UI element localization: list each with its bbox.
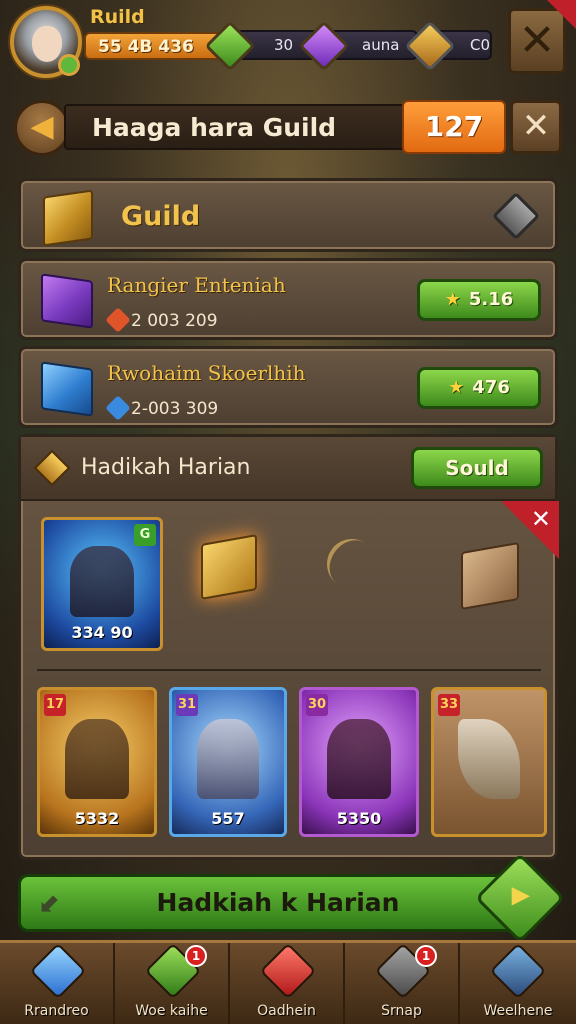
daily-reward-button-label: Hadkiah k Harian [156,888,400,917]
gold-chest-icon[interactable] [201,534,257,600]
sell-button[interactable]: Sould [411,447,543,489]
nav-item-weelhene[interactable]: Weelhene [460,942,576,1024]
crossbow-icon [458,718,520,800]
weapon-card[interactable]: 33 [431,687,547,837]
player-avatar[interactable] [10,6,82,78]
bottom-nav: Rrandreo 1 Woe kaihe Oadhein 1 Srnap Wee… [0,940,576,1024]
hero-portrait [65,718,129,800]
item-sub: 2 003 209 [131,311,218,331]
nav-label: Rrandreo [24,1003,89,1019]
card-power: 5350 [336,809,382,828]
water-icon [105,395,131,421]
header-close-button[interactable]: ✕ [510,100,562,154]
online-badge-icon [58,54,80,76]
close-icon: ✕ [521,106,551,146]
gold-gem-icon [33,449,71,487]
fire-icon [105,307,131,333]
top-close-button[interactable]: ✕ [508,0,576,74]
arrow-right-icon: ▶ [511,880,531,909]
daily-reward-panel: Hadikah Harian Sould ✕ G 334 90 17 5332 … [18,434,559,860]
item-name: Rwohaim Skoerlhih [107,361,306,385]
buy-button[interactable]: ★ 476 [417,367,541,409]
sword-icon [489,942,547,1000]
nav-label: Weelhene [483,1003,553,1019]
featured-hero-card[interactable]: G 334 90 [41,517,163,651]
card-level: 17 [44,694,66,716]
top-bar: Ruild 55 4B 436 30 auna C0 ✕ [0,0,576,90]
daily-reward-title: Hadikah Harian [81,455,251,480]
daily-reward-button[interactable]: ⬋ Hadkiah k Harian [18,874,538,932]
shop-item-row[interactable]: Rangier Enteniah 2 003 209 ★ 5.16 [18,258,558,340]
card-level: 30 [306,694,328,716]
price-value: 476 [472,377,510,398]
feather-icon[interactable] [317,529,387,599]
guild-count: 127 [402,100,506,154]
card-power: 334 90 [71,623,133,642]
hero-card[interactable]: 30 5350 [299,687,419,837]
wood-crate-icon[interactable] [461,541,519,611]
notification-badge: 1 [415,945,437,967]
nav-item-rrandreo[interactable]: Rrandreo [0,942,115,1024]
blue-cube-icon [41,361,93,417]
guild-panel[interactable]: Guild [18,178,558,252]
shop-item-row[interactable]: Rwohaim Skoerlhih 2-003 309 ★ 476 [18,346,558,428]
card-power: 557 [211,809,245,828]
card-grade: G [134,524,156,546]
guild-title: Haaga hara Guild [92,113,337,142]
hero-card[interactable]: 17 5332 [37,687,157,837]
close-icon: ✕ [530,505,551,533]
gold-gem-icon [404,20,456,72]
guild-title-bar: Haaga hara Guild [64,104,418,150]
purple-gem-icon [298,20,350,72]
hero-portrait [196,718,260,800]
nav-label: Oadhein [257,1003,316,1019]
gold-value: 55 4B 436 [98,37,194,57]
hero-card[interactable]: 31 557 [169,687,287,837]
price-value: 5.16 [468,289,514,310]
guild-header: ◀ Haaga hara Guild 127 ✕ [14,98,562,160]
divider [37,669,541,671]
back-button[interactable]: ◀ [14,100,70,156]
arrow-left-icon: ⬋ [39,888,61,918]
card-power: 5332 [74,809,120,828]
resource-green-value: 30 [274,36,294,54]
nav-item-oadhein[interactable]: Oadhein [230,942,345,1024]
star-icon: ★ [448,377,465,398]
buy-button[interactable]: ★ 5.16 [417,279,541,321]
notification-badge: 1 [185,945,207,967]
blue-crystal-icon [29,942,87,1000]
avatar-face [32,26,62,62]
resource-purple-value: auna [362,36,400,54]
card-level: 31 [176,694,198,716]
daily-reward-header: Hadikah Harian Sould [21,437,555,501]
item-name: Rangier Enteniah [107,273,286,297]
guild-label: Guild [121,201,201,232]
resource-gold-value: C0 [470,36,491,54]
nav-item-woe-kaihe[interactable]: 1 Woe kaihe [115,942,230,1024]
player-name: Ruild [90,6,145,28]
gold-cube-icon [43,189,93,247]
purple-cube-icon [41,273,93,329]
hero-portrait [327,718,391,800]
star-icon: ★ [444,289,461,310]
card-level: 33 [438,694,460,716]
green-gem-icon [204,20,256,72]
diamond-menu-icon[interactable] [491,191,541,241]
item-sub: 2-003 309 [131,399,219,419]
red-cube-icon [259,942,317,1000]
hero-portrait [69,545,135,618]
nav-label: Srnap [381,1003,422,1019]
nav-label: Woe kaihe [135,1003,208,1019]
nav-item-srnap[interactable]: 1 Srnap [345,942,460,1024]
arrow-left-icon: ◀ [30,109,54,144]
